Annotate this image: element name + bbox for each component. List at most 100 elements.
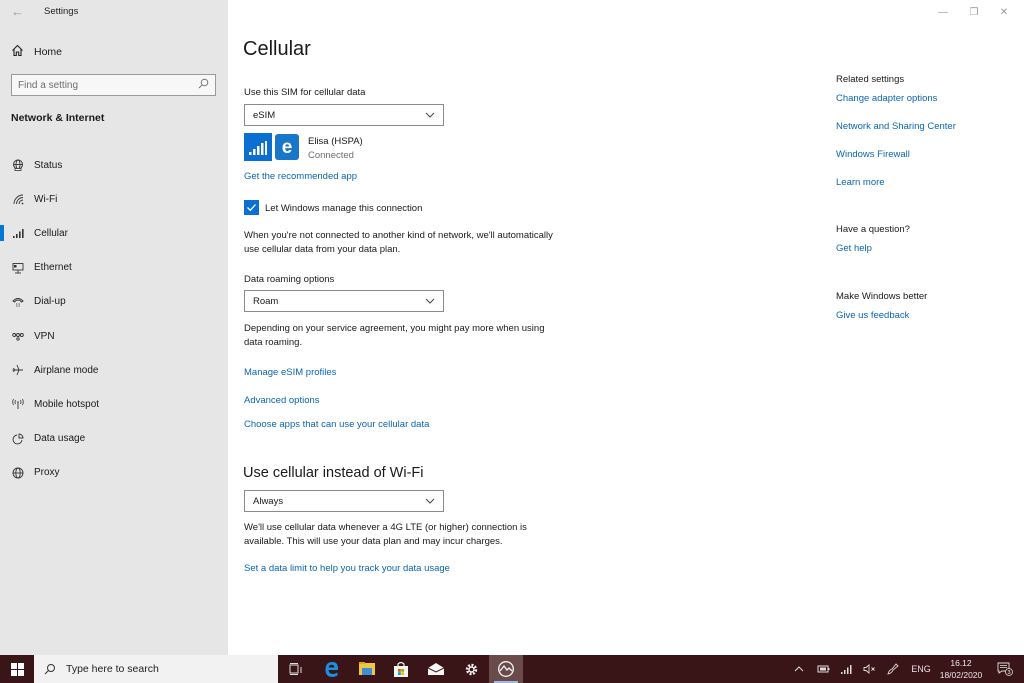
cellular-tray[interactable] [838, 655, 856, 683]
roaming-select-value: Roam [253, 295, 279, 307]
photos-app-icon [498, 661, 514, 677]
battery-charging-icon [817, 665, 829, 673]
find-setting-input[interactable] [18, 79, 198, 91]
taskbar-search[interactable]: Type here to search [34, 655, 278, 683]
taskbar-store[interactable] [384, 655, 418, 683]
home-label: Home [34, 46, 63, 58]
sim-label: Use this SIM for cellular data [244, 87, 366, 98]
sim-select-value: eSIM [253, 109, 276, 121]
manage-connection-description: When you're not connected to another kin… [244, 230, 553, 255]
cellular-signal-icon [841, 665, 852, 674]
sidebar-item-airplane[interactable]: Airplane mode [0, 353, 228, 387]
manage-esim-link[interactable]: Manage eSIM profiles [244, 367, 336, 378]
roaming-description: Depending on your service agreement, you… [244, 323, 545, 348]
sidebar-item-ethernet[interactable]: Ethernet [0, 251, 228, 285]
network-sharing-center-link[interactable]: Network and Sharing Center [836, 121, 956, 132]
battery-tray[interactable] [814, 655, 832, 683]
search-icon[interactable] [198, 78, 209, 92]
settings-window: ← Settings Home Network & Internet Statu… [0, 0, 1024, 655]
edge-icon [325, 662, 339, 677]
advanced-options-link[interactable]: Advanced options [244, 395, 320, 406]
section-title: Network & Internet [11, 112, 105, 124]
close-button[interactable]: ✕ [994, 4, 1014, 20]
learn-more-link[interactable]: Learn more [836, 177, 885, 188]
restore-icon: ❐ [969, 6, 979, 18]
taskbar-search-placeholder: Type here to search [66, 663, 159, 675]
cellular-vs-wifi-heading: Use cellular instead of Wi-Fi [243, 465, 424, 481]
signal-bars-icon [249, 141, 267, 155]
roaming-select[interactable]: Roam [244, 290, 444, 312]
sidebar-item-wifi[interactable]: Wi-Fi [0, 182, 228, 216]
sidebar-item-data-usage[interactable]: Data usage [0, 422, 228, 456]
wifi-icon [11, 192, 25, 206]
pen-workspace-tray[interactable] [884, 655, 902, 683]
volume-tray[interactable] [860, 655, 878, 683]
notification-count: 3 [1007, 670, 1010, 676]
vpn-icon [11, 329, 25, 343]
folder-icon [359, 662, 375, 675]
cellular-vs-wifi-value: Always [253, 495, 284, 507]
input-language[interactable]: ENG [908, 655, 934, 683]
cellular-icon [11, 226, 25, 240]
task-view-icon [289, 663, 302, 675]
data-usage-icon [11, 432, 25, 446]
taskbar-settings[interactable] [454, 655, 488, 683]
clock-date: 18/02/2020 [939, 670, 983, 680]
mail-icon [428, 663, 444, 675]
minimize-button[interactable]: — [933, 4, 953, 20]
taskbar-file-explorer[interactable] [350, 655, 384, 683]
airplane-icon [11, 363, 25, 377]
store-icon [394, 661, 408, 677]
proxy-globe-icon [11, 466, 25, 480]
start-button[interactable] [0, 655, 34, 683]
hotspot-icon [11, 397, 25, 411]
sidebar-item-proxy[interactable]: Proxy [0, 456, 228, 490]
task-view-button[interactable] [279, 655, 313, 683]
recommended-app-link[interactable]: Get the recommended app [244, 171, 357, 182]
back-arrow-icon[interactable]: ← [11, 4, 25, 20]
sidebar: ← Settings Home Network & Internet Statu… [0, 0, 228, 655]
sim-select[interactable]: eSIM [244, 104, 444, 126]
maximize-button[interactable]: ❐ [964, 4, 984, 20]
find-setting-search[interactable] [11, 74, 216, 96]
checkmark-icon [247, 204, 256, 212]
sidebar-item-status[interactable]: Status [0, 148, 228, 182]
taskbar-clock[interactable]: 16.12 18/02/2020 [935, 657, 987, 681]
sidebar-item-mobile-hotspot[interactable]: Mobile hotspot [0, 387, 228, 421]
page-title: Cellular [243, 38, 311, 60]
taskbar-mail[interactable] [419, 655, 453, 683]
home-icon [11, 44, 25, 60]
choose-apps-link[interactable]: Choose apps that can use your cellular d… [244, 419, 429, 430]
status-globe-icon [11, 158, 25, 172]
make-windows-better-heading: Make Windows better [836, 291, 928, 302]
carrier-status: Connected [308, 150, 354, 161]
taskbar-edge[interactable] [315, 655, 349, 683]
taskbar-active-app[interactable] [489, 655, 523, 683]
cellular-vs-wifi-select[interactable]: Always [244, 490, 444, 512]
pen-icon [887, 663, 899, 675]
action-center-button[interactable]: 3 [992, 655, 1018, 683]
get-help-link[interactable]: Get help [836, 243, 872, 254]
show-hidden-icons[interactable] [790, 655, 808, 683]
sidebar-home[interactable]: Home [11, 44, 62, 60]
data-limit-link[interactable]: Set a data limit to help you track your … [244, 563, 450, 574]
ethernet-icon [11, 261, 25, 275]
related-settings-heading: Related settings [836, 74, 905, 85]
manage-connection-checkbox[interactable] [244, 200, 259, 215]
chevron-down-icon [425, 112, 435, 118]
sidebar-nav: Status Wi-Fi Cellular Ethernet Dial-up V… [0, 148, 228, 490]
sidebar-item-vpn[interactable]: VPN [0, 319, 228, 353]
volume-muted-icon [863, 664, 875, 674]
chevron-down-icon [425, 298, 435, 304]
minimize-icon: — [938, 6, 948, 18]
taskbar: Type here to search ENG 16.12 18/02/2020 [0, 655, 1024, 683]
sidebar-item-dialup[interactable]: Dial-up [0, 285, 228, 319]
search-icon [44, 664, 55, 675]
windows-firewall-link[interactable]: Windows Firewall [836, 149, 910, 160]
carrier-logo: e [275, 134, 299, 160]
sidebar-item-cellular[interactable]: Cellular [0, 216, 228, 250]
close-icon: ✕ [999, 6, 1009, 18]
windows-logo-icon [10, 662, 24, 676]
change-adapter-options-link[interactable]: Change adapter options [836, 93, 937, 104]
give-feedback-link[interactable]: Give us feedback [836, 310, 909, 321]
